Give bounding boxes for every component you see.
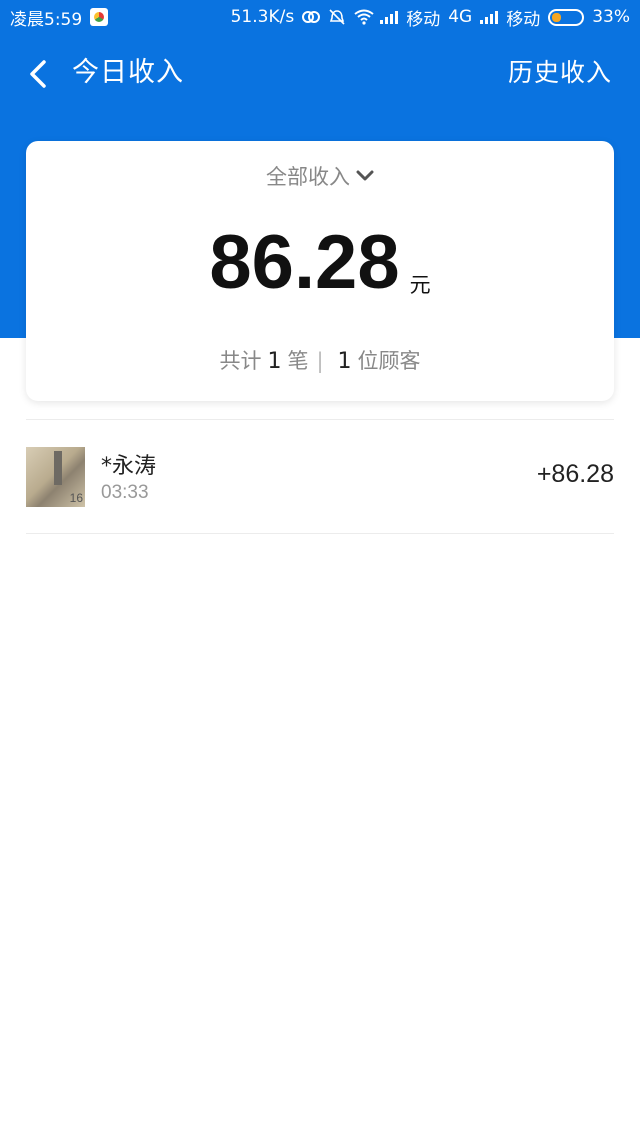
total-amount: 86.28 — [209, 220, 400, 305]
count-unit: 笔 — [287, 349, 309, 373]
battery-percent: 33% — [592, 7, 630, 27]
payer-name: *永涛 — [101, 454, 157, 479]
history-income-link[interactable]: 历史收入 — [508, 34, 612, 112]
carrier-1: 移动 — [406, 9, 441, 30]
battery-icon — [548, 8, 585, 26]
app-badge-icon — [90, 8, 109, 26]
total-prefix: 共计 — [219, 349, 262, 373]
avatar: 16 — [26, 447, 85, 507]
status-time: 凌晨5:59 — [10, 9, 83, 30]
total-amount-row: 86.28 元 — [26, 223, 614, 303]
transaction-row[interactable]: 16 *永涛 03:33 +86.28 — [26, 420, 614, 534]
transaction-summary: 共计 1 笔 | 1 位顾客 — [26, 345, 614, 375]
customer-count: 1 — [337, 349, 352, 374]
summary-separator: | — [316, 349, 324, 373]
screen: 凌晨5:59 51.3K/s 移动 4G 移动 33% 今日收入 历史收入 全部… — [0, 0, 640, 1138]
income-summary-card: 全部收入 86.28 元 共计 1 笔 | 1 位顾客 — [26, 141, 614, 401]
transaction-time: 03:33 — [101, 482, 149, 503]
network-speed: 51.3K/s — [230, 7, 295, 27]
page-title: 今日收入 — [72, 57, 184, 88]
back-button[interactable] — [18, 54, 58, 94]
signal-icon — [380, 10, 399, 24]
signal-icon-2 — [480, 10, 499, 24]
sync-icon — [302, 9, 321, 25]
chevron-down-icon — [356, 170, 374, 181]
status-bar: 凌晨5:59 51.3K/s 移动 4G 移动 33% — [0, 0, 640, 34]
transaction-amount: +86.28 — [536, 460, 614, 488]
amount-unit: 元 — [409, 273, 431, 297]
income-filter-dropdown[interactable]: 全部收入 — [26, 161, 614, 191]
transaction-count: 1 — [267, 349, 282, 374]
alarm-off-icon — [328, 9, 346, 25]
wifi-icon — [354, 9, 374, 25]
chevron-left-icon — [30, 60, 46, 88]
nav-bar: 今日收入 历史收入 — [0, 34, 640, 112]
network-type: 4G — [448, 7, 473, 27]
carrier-2: 移动 — [506, 9, 541, 30]
filter-label: 全部收入 — [266, 165, 350, 189]
customer-unit: 位顾客 — [357, 349, 421, 373]
